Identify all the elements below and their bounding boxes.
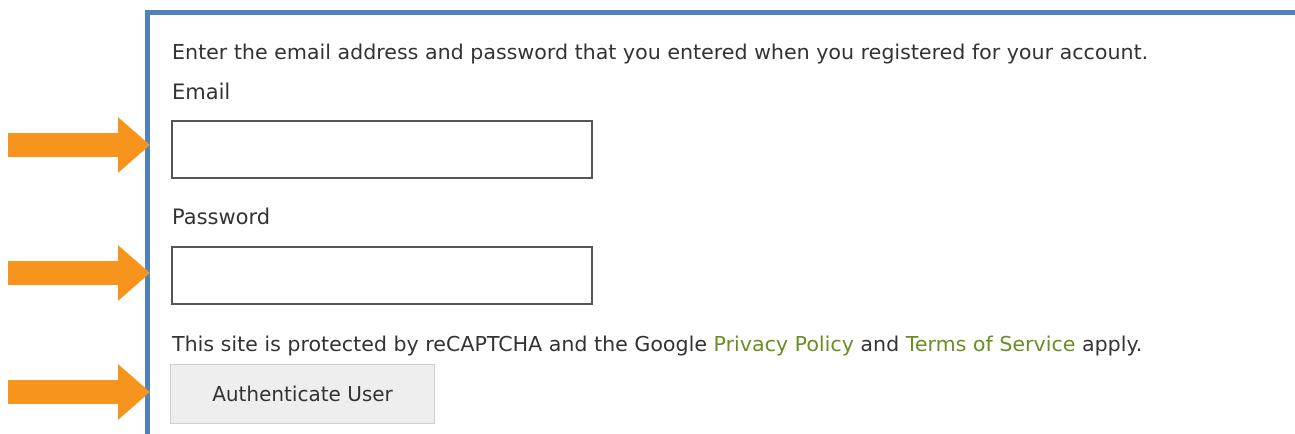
recaptcha-notice: This site is protected by reCAPTCHA and … [172,330,1142,358]
password-label: Password [172,205,271,229]
arrow-right-icon [8,245,150,301]
intro-text: Enter the email address and password tha… [172,40,1149,64]
email-label: Email [172,80,231,104]
recaptcha-notice-prefix: This site is protected by reCAPTCHA and … [172,332,714,356]
login-page: Enter the email address and password tha… [0,0,1295,434]
authenticate-user-button[interactable]: Authenticate User [170,364,435,424]
arrow-right-icon [8,117,150,173]
privacy-policy-link[interactable]: Privacy Policy [714,332,854,356]
recaptcha-notice-middle: and [853,332,906,356]
password-field[interactable] [171,246,593,305]
arrow-right-icon [8,364,150,420]
email-field[interactable] [171,120,593,179]
terms-of-service-link[interactable]: Terms of Service [906,332,1076,356]
recaptcha-notice-suffix: apply. [1075,332,1143,356]
